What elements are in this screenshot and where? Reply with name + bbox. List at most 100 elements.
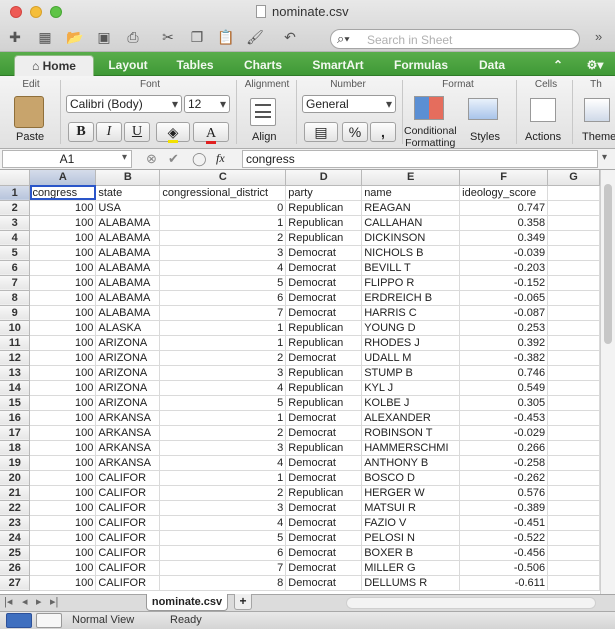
row-header[interactable]: 19: [0, 455, 31, 471]
cell-e[interactable]: YOUNG D: [361, 320, 461, 336]
search-input[interactable]: [367, 32, 572, 47]
next-sheet-icon[interactable]: ▸: [36, 595, 42, 608]
name-box[interactable]: A1: [2, 150, 132, 168]
column-header-e[interactable]: E: [361, 170, 461, 186]
cell-g[interactable]: [547, 290, 600, 306]
row-header[interactable]: 7: [0, 275, 31, 291]
column-header-c[interactable]: C: [159, 170, 287, 186]
cell-e[interactable]: BOXER B: [361, 545, 461, 561]
cell-f[interactable]: 0.305: [459, 395, 549, 411]
cell-f[interactable]: -0.087: [459, 305, 549, 321]
close-window-button[interactable]: [10, 6, 22, 18]
cell-d[interactable]: Republican: [285, 230, 363, 246]
ribbon-collapse-icon[interactable]: ⌃: [548, 55, 568, 76]
cell-c[interactable]: 1: [159, 410, 287, 426]
cell-b[interactable]: ALABAMA: [95, 245, 161, 261]
cell-c[interactable]: 4: [159, 380, 287, 396]
fx-label[interactable]: fx: [216, 151, 225, 166]
column-header-d[interactable]: D: [285, 170, 363, 186]
row-header[interactable]: 1: [0, 185, 31, 201]
cell-e[interactable]: ALEXANDER: [361, 410, 461, 426]
cell-f[interactable]: 0.266: [459, 440, 549, 456]
cell-c[interactable]: 2: [159, 230, 287, 246]
cell-f[interactable]: -0.039: [459, 245, 549, 261]
row-header[interactable]: 12: [0, 350, 31, 366]
row-header[interactable]: 18: [0, 440, 31, 456]
cell-a[interactable]: 100: [29, 440, 97, 456]
cell-d[interactable]: Democrat: [285, 425, 363, 441]
toolbar-overflow-icon[interactable]: »: [595, 29, 602, 44]
cell-a[interactable]: 100: [29, 230, 97, 246]
align-lines-icon[interactable]: [250, 98, 276, 126]
cell-b[interactable]: CALIFOR: [95, 575, 161, 591]
cell-c[interactable]: 3: [159, 440, 287, 456]
normal-view-icon[interactable]: [6, 613, 32, 628]
percent-button[interactable]: %: [342, 122, 368, 142]
cell-f[interactable]: 0.746: [459, 365, 549, 381]
cell-b[interactable]: ALABAMA: [95, 230, 161, 246]
first-sheet-icon[interactable]: |◂: [4, 595, 12, 608]
cell-d[interactable]: Democrat: [285, 560, 363, 576]
cell-a[interactable]: 100: [29, 290, 97, 306]
cell-e[interactable]: DICKINSON: [361, 230, 461, 246]
cell-c[interactable]: 4: [159, 260, 287, 276]
cell-b[interactable]: CALIFOR: [95, 485, 161, 501]
cell-c[interactable]: 1: [159, 470, 287, 486]
cell-g[interactable]: [547, 470, 600, 486]
cell-b[interactable]: ARKANSA: [95, 455, 161, 471]
cell-f[interactable]: -0.152: [459, 275, 549, 291]
row-header[interactable]: 22: [0, 500, 31, 516]
cell-f[interactable]: -0.065: [459, 290, 549, 306]
cell-b[interactable]: ARIZONA: [95, 350, 161, 366]
cell-c[interactable]: 2: [159, 425, 287, 441]
cell-g[interactable]: [547, 245, 600, 261]
name-box-chevron-icon[interactable]: ▾: [122, 152, 127, 163]
cell-a[interactable]: 100: [29, 410, 97, 426]
cell-b[interactable]: ARKANSA: [95, 425, 161, 441]
confirm-entry-icon[interactable]: ✔: [168, 151, 179, 167]
cell-c[interactable]: 7: [159, 560, 287, 576]
cell-f[interactable]: -0.456: [459, 545, 549, 561]
cell-f[interactable]: -0.382: [459, 350, 549, 366]
cell-g[interactable]: [547, 440, 600, 456]
add-sheet-button[interactable]: +: [234, 594, 252, 610]
cell-b[interactable]: ALABAMA: [95, 275, 161, 291]
styles-button[interactable]: Styles: [470, 131, 500, 143]
cell-g[interactable]: [547, 275, 600, 291]
italic-button[interactable]: I: [96, 122, 122, 142]
cell-c[interactable]: congressional_district: [159, 185, 287, 201]
cell-d[interactable]: Democrat: [285, 455, 363, 471]
cell-c[interactable]: 5: [159, 530, 287, 546]
cell-a[interactable]: 100: [29, 575, 97, 591]
cell-d[interactable]: Democrat: [285, 500, 363, 516]
zoom-window-button[interactable]: [50, 6, 62, 18]
cell-e[interactable]: MATSUI R: [361, 500, 461, 516]
cell-d[interactable]: Republican: [285, 365, 363, 381]
cell-c[interactable]: 5: [159, 275, 287, 291]
cell-g[interactable]: [547, 500, 600, 516]
cell-a[interactable]: 100: [29, 470, 97, 486]
cell-g[interactable]: [547, 485, 600, 501]
formula-input[interactable]: congress: [242, 150, 598, 168]
cell-g[interactable]: [547, 425, 600, 441]
row-header[interactable]: 21: [0, 485, 31, 501]
cell-g[interactable]: [547, 200, 600, 216]
font-name-select[interactable]: Calibri (Body) ▾: [66, 95, 182, 113]
cell-f[interactable]: 0.747: [459, 200, 549, 216]
cell-c[interactable]: 3: [159, 245, 287, 261]
cell-b[interactable]: ARIZONA: [95, 365, 161, 381]
row-header[interactable]: 6: [0, 260, 31, 276]
cell-a[interactable]: 100: [29, 560, 97, 576]
cell-c[interactable]: 2: [159, 485, 287, 501]
cell-b[interactable]: CALIFOR: [95, 515, 161, 531]
cell-d[interactable]: Democrat: [285, 470, 363, 486]
cell-e[interactable]: UDALL M: [361, 350, 461, 366]
tab-data[interactable]: Data: [464, 55, 520, 76]
cell-b[interactable]: CALIFOR: [95, 530, 161, 546]
cell-b[interactable]: ALABAMA: [95, 215, 161, 231]
cell-f[interactable]: -0.611: [459, 575, 549, 591]
tab-tables[interactable]: Tables: [162, 55, 228, 76]
cell-d[interactable]: Democrat: [285, 305, 363, 321]
row-header[interactable]: 8: [0, 290, 31, 306]
actions-button[interactable]: Actions: [525, 131, 561, 143]
